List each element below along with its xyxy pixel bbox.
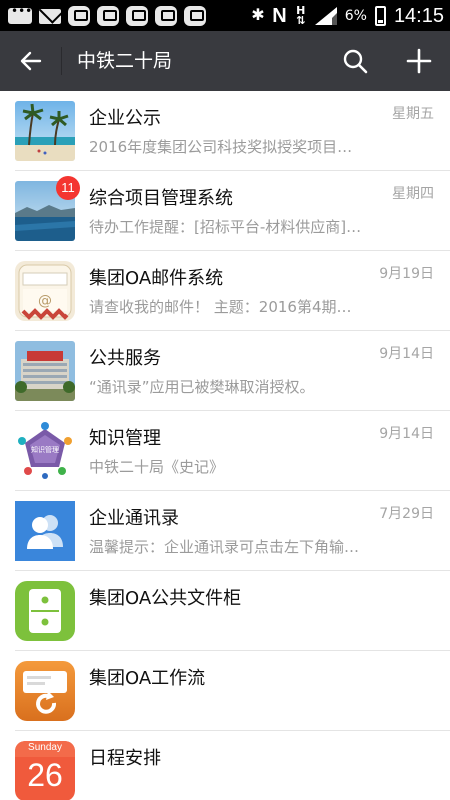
svg-text:@: @	[38, 293, 52, 309]
conversation-name: 知识管理	[89, 428, 161, 449]
header-divider	[61, 47, 62, 75]
contacts-app-icon	[15, 501, 75, 561]
more-notifications-icon	[8, 4, 32, 24]
conversation-name: 企业公示	[89, 108, 161, 129]
conversation-preview: 2016年度集团公司科技奖拟授奖项目…	[89, 138, 353, 156]
search-icon	[343, 49, 368, 74]
list-item[interactable]: @ 集团OA邮件系统 9月19日 请查收我的邮件！ 主题：2016第4期…	[0, 251, 450, 331]
add-button[interactable]	[398, 41, 440, 81]
workflow-app-icon	[15, 661, 75, 721]
conversation-preview: 待办工作提醒：[招标平台-材料供应商]…	[89, 218, 362, 236]
search-button[interactable]	[336, 43, 374, 79]
conversation-name: 日程安排	[89, 748, 161, 769]
mail-app-icon: @	[15, 261, 75, 321]
conversation-name: 集团OA邮件系统	[89, 268, 224, 289]
list-item[interactable]: Sunday 26 日程安排	[0, 731, 450, 800]
unread-badge: 11	[56, 176, 80, 200]
plus-icon	[406, 48, 432, 74]
back-arrow-icon	[20, 51, 42, 71]
building-photo-avatar	[15, 341, 75, 401]
bluetooth-icon	[251, 5, 264, 25]
signal-strength-icon	[314, 7, 337, 25]
conversation-time: 7月29日	[379, 506, 434, 522]
galaxy-app-icon	[155, 6, 177, 26]
back-button[interactable]	[10, 41, 52, 81]
conversation-time: 星期五	[392, 106, 434, 122]
conversation-preview: 中铁二十局《史记》	[89, 458, 225, 476]
calendar-weekday: Sunday	[28, 742, 62, 753]
mail-notification-icon	[39, 8, 61, 24]
conversation-name: 综合项目管理系统	[89, 188, 233, 209]
conversation-name: 公共服务	[89, 348, 161, 369]
conversation-preview: 请查收我的邮件！ 主题：2016第4期…	[89, 298, 352, 316]
clock: 14:15	[393, 4, 444, 27]
calendar-app-icon: Sunday 26	[15, 741, 75, 800]
status-bar: N H⇅ 6% 14:15	[0, 0, 450, 31]
battery-icon	[374, 6, 386, 26]
list-item[interactable]: 集团OA工作流	[0, 651, 450, 731]
battery-percent: 6%	[344, 8, 367, 24]
conversation-preview: “通讯录”应用已被樊琳取消授权。	[89, 378, 315, 396]
beach-photo-avatar	[15, 101, 75, 161]
network-type-icon: H ⇅	[296, 4, 306, 27]
galaxy-app-icon	[68, 6, 90, 26]
list-item[interactable]: 公共服务 9月14日 “通讯录”应用已被樊琳取消授权。	[0, 331, 450, 411]
conversation-name: 集团OA公共文件柜	[89, 588, 242, 609]
knowledge-app-icon: 知识管理	[15, 421, 75, 481]
galaxy-app-icon	[184, 6, 206, 26]
page-title: 中铁二十局	[77, 50, 173, 72]
galaxy-app-icon	[126, 6, 148, 26]
calendar-day: 26	[27, 757, 63, 793]
nfc-icon: N	[272, 4, 287, 27]
conversation-time: 9月14日	[379, 426, 434, 442]
conversation-time: 星期四	[392, 186, 434, 202]
app-bar: 中铁二十局	[0, 31, 450, 91]
conversation-name: 企业通讯录	[89, 508, 179, 529]
conversation-preview: 温馨提示：企业通讯录可点击左下角输…	[89, 538, 360, 556]
conversation-name: 集团OA工作流	[89, 668, 206, 689]
list-item[interactable]: 知识管理 知识管理 9月14日 中铁二十局《史记》	[0, 411, 450, 491]
list-item[interactable]: 集团OA公共文件柜	[0, 571, 450, 651]
conversation-time: 9月19日	[379, 266, 434, 282]
file-cabinet-app-icon	[15, 581, 75, 641]
knowledge-center-label: 知识管理	[31, 446, 59, 454]
galaxy-app-icon	[97, 6, 119, 26]
list-item[interactable]: 企业公示 星期五 2016年度集团公司科技奖拟授奖项目…	[0, 91, 450, 171]
list-item[interactable]: 企业通讯录 7月29日 温馨提示：企业通讯录可点击左下角输…	[0, 491, 450, 571]
conversation-time: 9月14日	[379, 346, 434, 362]
